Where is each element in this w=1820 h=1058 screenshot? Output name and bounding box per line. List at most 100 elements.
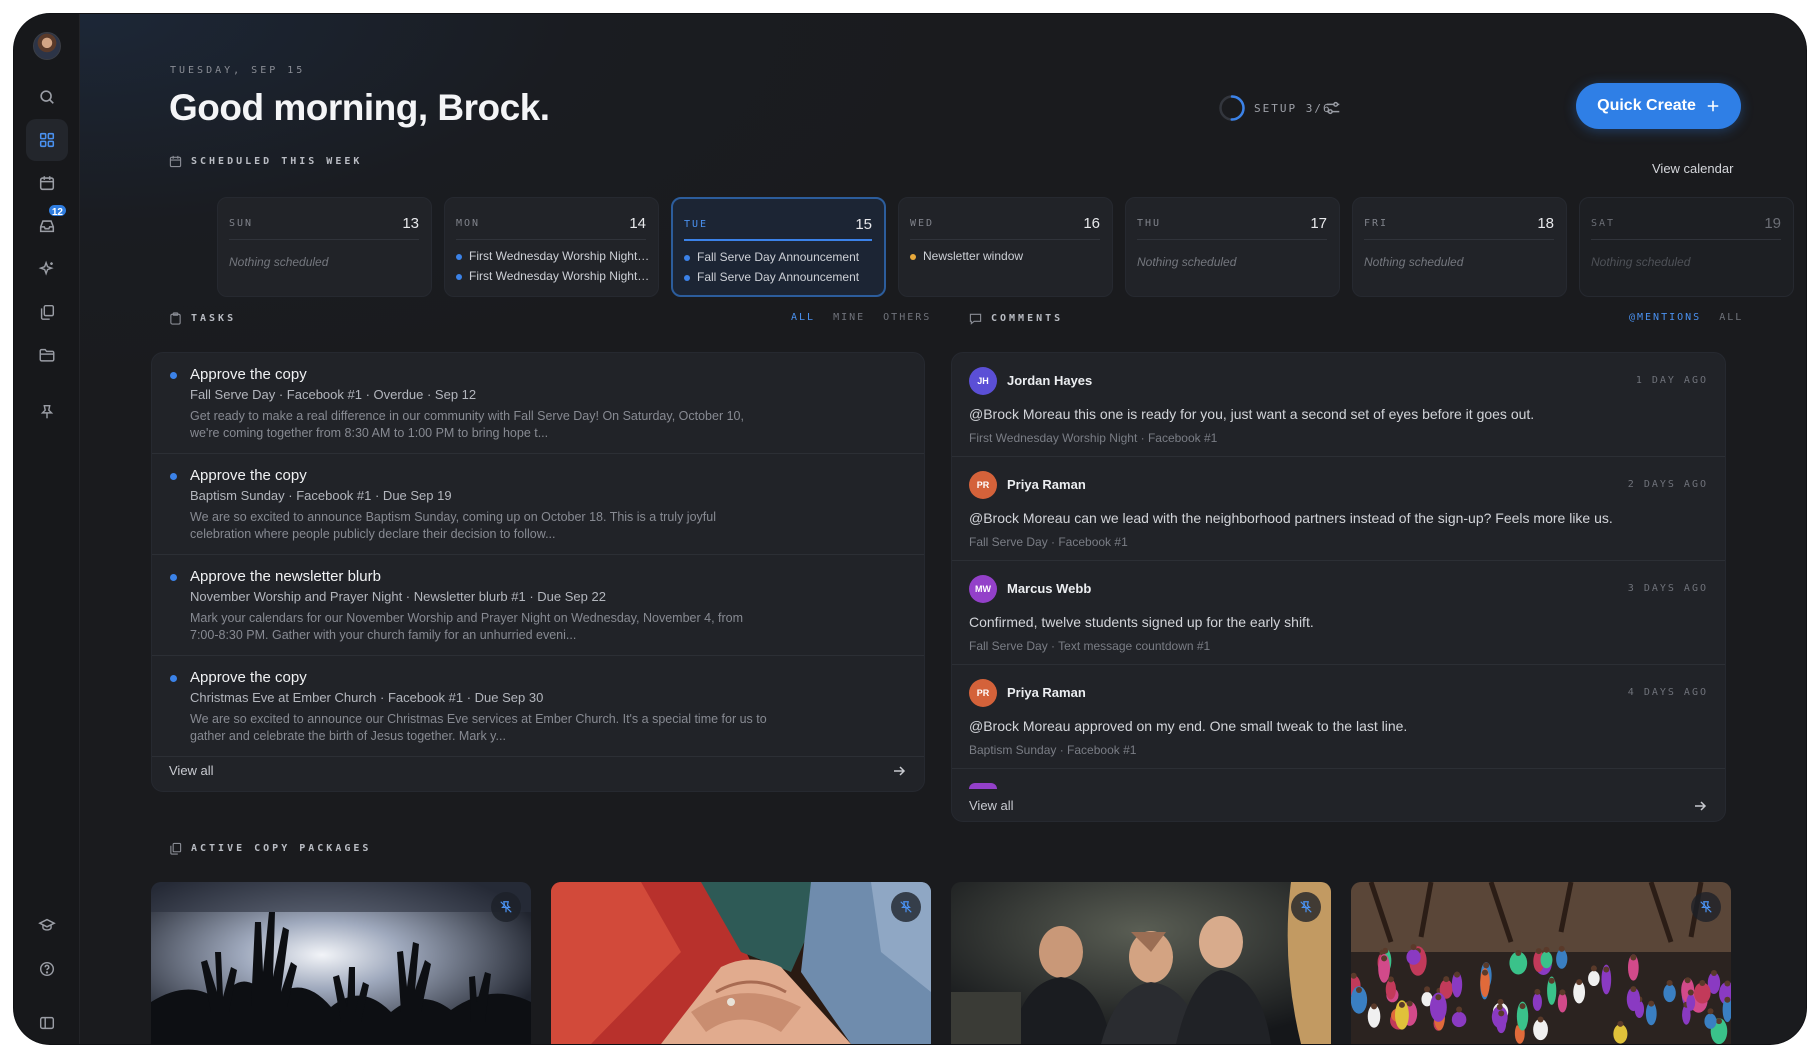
quick-create-label: Quick Create xyxy=(1597,97,1696,114)
scheduled-event[interactable]: First Wednesday Worship Night ... xyxy=(456,249,650,263)
unpin-icon[interactable] xyxy=(891,892,921,922)
crowd-head xyxy=(1687,989,1694,996)
comments-filter-mentions[interactable]: @MENTIONS xyxy=(1629,312,1701,323)
setup-progress[interactable]: SETUP 3/6 xyxy=(1218,94,1332,122)
package-card-concert-hands[interactable] xyxy=(151,882,531,1044)
pin-icon[interactable] xyxy=(26,391,68,433)
day-card-wed[interactable]: WED 16 Newsletter window xyxy=(898,197,1113,297)
unpin-icon[interactable] xyxy=(491,892,521,922)
calendar-small-icon xyxy=(169,155,182,168)
comments-filter-all[interactable]: ALL xyxy=(1719,312,1743,323)
crowd-head xyxy=(1355,986,1362,993)
crowd-head xyxy=(1724,996,1731,1003)
scheduled-event[interactable]: Fall Serve Day Announcement xyxy=(684,270,876,284)
day-header: MON 14 xyxy=(456,208,646,240)
graduation-cap-icon[interactable] xyxy=(26,904,68,946)
quick-create-button[interactable]: Quick Create xyxy=(1576,83,1741,129)
day-card-tue[interactable]: TUE 15 Fall Serve Day Announcement Fall Ser… xyxy=(671,197,886,297)
crowd-head xyxy=(1435,994,1442,1001)
task-preview-line: celebration where people publicly declar… xyxy=(190,527,556,541)
task-item[interactable]: Approve the newsletter blurb November Wor… xyxy=(152,555,924,656)
folder-icon[interactable] xyxy=(26,334,68,376)
day-card-thu[interactable]: THU 17 Nothing scheduled xyxy=(1125,197,1340,297)
package-card-stacked-hands[interactable] xyxy=(551,882,931,1044)
crowd-figure xyxy=(1613,1024,1628,1044)
crowd-head xyxy=(1424,986,1431,993)
scheduled-event[interactable]: Fall Serve Day Announcement xyxy=(684,250,876,264)
crowd-figure xyxy=(1496,1013,1507,1034)
tasks-filter-all[interactable]: ALL xyxy=(791,312,815,323)
task-preview: We are so excited to announce our Christ… xyxy=(190,711,810,745)
comment-author: Marcus Webb xyxy=(1007,581,1092,596)
crowd-head xyxy=(1456,1006,1463,1013)
comment-item[interactable]: PR Priya Raman 4 DAYS AGO @Brock Moreau app… xyxy=(952,665,1725,769)
day-number: 15 xyxy=(855,215,872,233)
comments-view-all-link[interactable]: View all xyxy=(969,798,1014,813)
crowd-head xyxy=(1648,1000,1655,1007)
nothing-scheduled-label: Nothing scheduled xyxy=(1137,255,1237,269)
tasks-filter-others[interactable]: OTHERS xyxy=(883,312,931,323)
dashboard-grid-icon[interactable] xyxy=(26,119,68,161)
unpin-icon[interactable] xyxy=(1291,892,1321,922)
task-item[interactable]: Approve the copy Christmas Eve at Ember C… xyxy=(152,656,924,757)
day-card-mon[interactable]: MON 14 First Wednesday Worship Night ... Fi… xyxy=(444,197,659,297)
scheduled-event[interactable]: Newsletter window xyxy=(910,249,1104,263)
avatar: PR xyxy=(969,679,997,707)
crowd-head xyxy=(1715,1018,1722,1025)
arrow-right-icon[interactable] xyxy=(892,764,906,778)
unpin-icon[interactable] xyxy=(1691,892,1721,922)
comment-item[interactable]: JH Jordan Hayes 1 DAY AGO @Brock Moreau thi… xyxy=(952,353,1725,457)
sidebar-toggle-icon[interactable] xyxy=(26,1002,68,1044)
day-name: SAT xyxy=(1591,218,1616,229)
avatar: JH xyxy=(969,367,997,395)
day-header: FRI 18 xyxy=(1364,208,1554,240)
copy-stack-icon[interactable] xyxy=(26,291,68,333)
comment-item[interactable]: MW Marcus Webb 3 DAYS AGO Confirmed, twelve… xyxy=(952,561,1725,665)
calendar-icon[interactable] xyxy=(26,162,68,204)
scheduled-event[interactable]: First Wednesday Worship Night ... xyxy=(456,269,650,283)
crowd-head xyxy=(1630,986,1637,993)
day-card-fri[interactable]: FRI 18 Nothing scheduled xyxy=(1352,197,1567,297)
day-card-sun[interactable]: SUN 13 Nothing scheduled xyxy=(217,197,432,297)
comment-author: Jordan Hayes xyxy=(1007,373,1093,388)
user-avatar[interactable] xyxy=(33,32,61,60)
inbox-icon[interactable]: 12 xyxy=(26,203,68,247)
outdoor-festival-crowd-photo xyxy=(1351,882,1731,1044)
day-name: SUN xyxy=(229,218,254,229)
packages-heading: ACTIVE COPY PACKAGES xyxy=(169,842,371,855)
day-card-sat[interactable]: SAT 19 Nothing scheduled xyxy=(1579,197,1794,297)
comment-context[interactable]: Fall Serve Day · Text message countdown … xyxy=(969,639,1210,653)
crowd-head xyxy=(1381,955,1388,962)
current-date: TUESDAY, SEP 15 xyxy=(170,65,306,76)
day-name: WED xyxy=(910,218,935,229)
comment-item[interactable]: PR Priya Raman 2 DAYS AGO @Brock Moreau can… xyxy=(952,457,1725,561)
task-item[interactable]: Approve the copy Baptism Sunday · Faceboo… xyxy=(152,454,924,555)
view-calendar-link[interactable]: View calendar xyxy=(1652,161,1733,176)
search-icon[interactable] xyxy=(26,76,68,118)
help-circle-icon[interactable] xyxy=(26,948,68,990)
crowd-head xyxy=(1406,1000,1413,1007)
comment-context[interactable]: First Wednesday Worship Night · Facebook… xyxy=(969,431,1217,445)
tasks-filter-mine[interactable]: MINE xyxy=(833,312,865,323)
crowd-head xyxy=(1559,989,1566,996)
package-card-group-prayer[interactable] xyxy=(951,882,1331,1044)
status-dot xyxy=(170,675,177,682)
tasks-view-all-link[interactable]: View all xyxy=(169,763,214,778)
crowd-figure xyxy=(1532,992,1542,1011)
arrow-right-icon[interactable] xyxy=(1693,799,1707,813)
crowd-figure xyxy=(1556,949,1568,969)
nothing-scheduled-label: Nothing scheduled xyxy=(1591,255,1691,269)
settings-sliders-icon[interactable] xyxy=(1319,94,1347,122)
tasks-panel: Approve the copy Fall Serve Day · Faceboo… xyxy=(151,352,925,792)
package-card-outdoor-festival[interactable] xyxy=(1351,882,1731,1044)
task-preview: Get ready to make a real difference in o… xyxy=(190,408,810,442)
crowd-head xyxy=(1534,988,1541,995)
sparkles-icon[interactable] xyxy=(26,248,68,290)
comment-context[interactable]: Baptism Sunday · Facebook #1 xyxy=(969,743,1136,757)
task-item[interactable]: Approve the copy Fall Serve Day · Faceboo… xyxy=(152,353,924,454)
chat-bubble-icon xyxy=(969,313,982,325)
task-title: Approve the newsletter blurb xyxy=(190,568,381,585)
copy-stack-small-icon xyxy=(170,842,182,855)
comment-context[interactable]: Fall Serve Day · Facebook #1 xyxy=(969,535,1128,549)
main-content: TUESDAY, SEP 15 Good morning, Brock. SET… xyxy=(80,14,1806,1044)
